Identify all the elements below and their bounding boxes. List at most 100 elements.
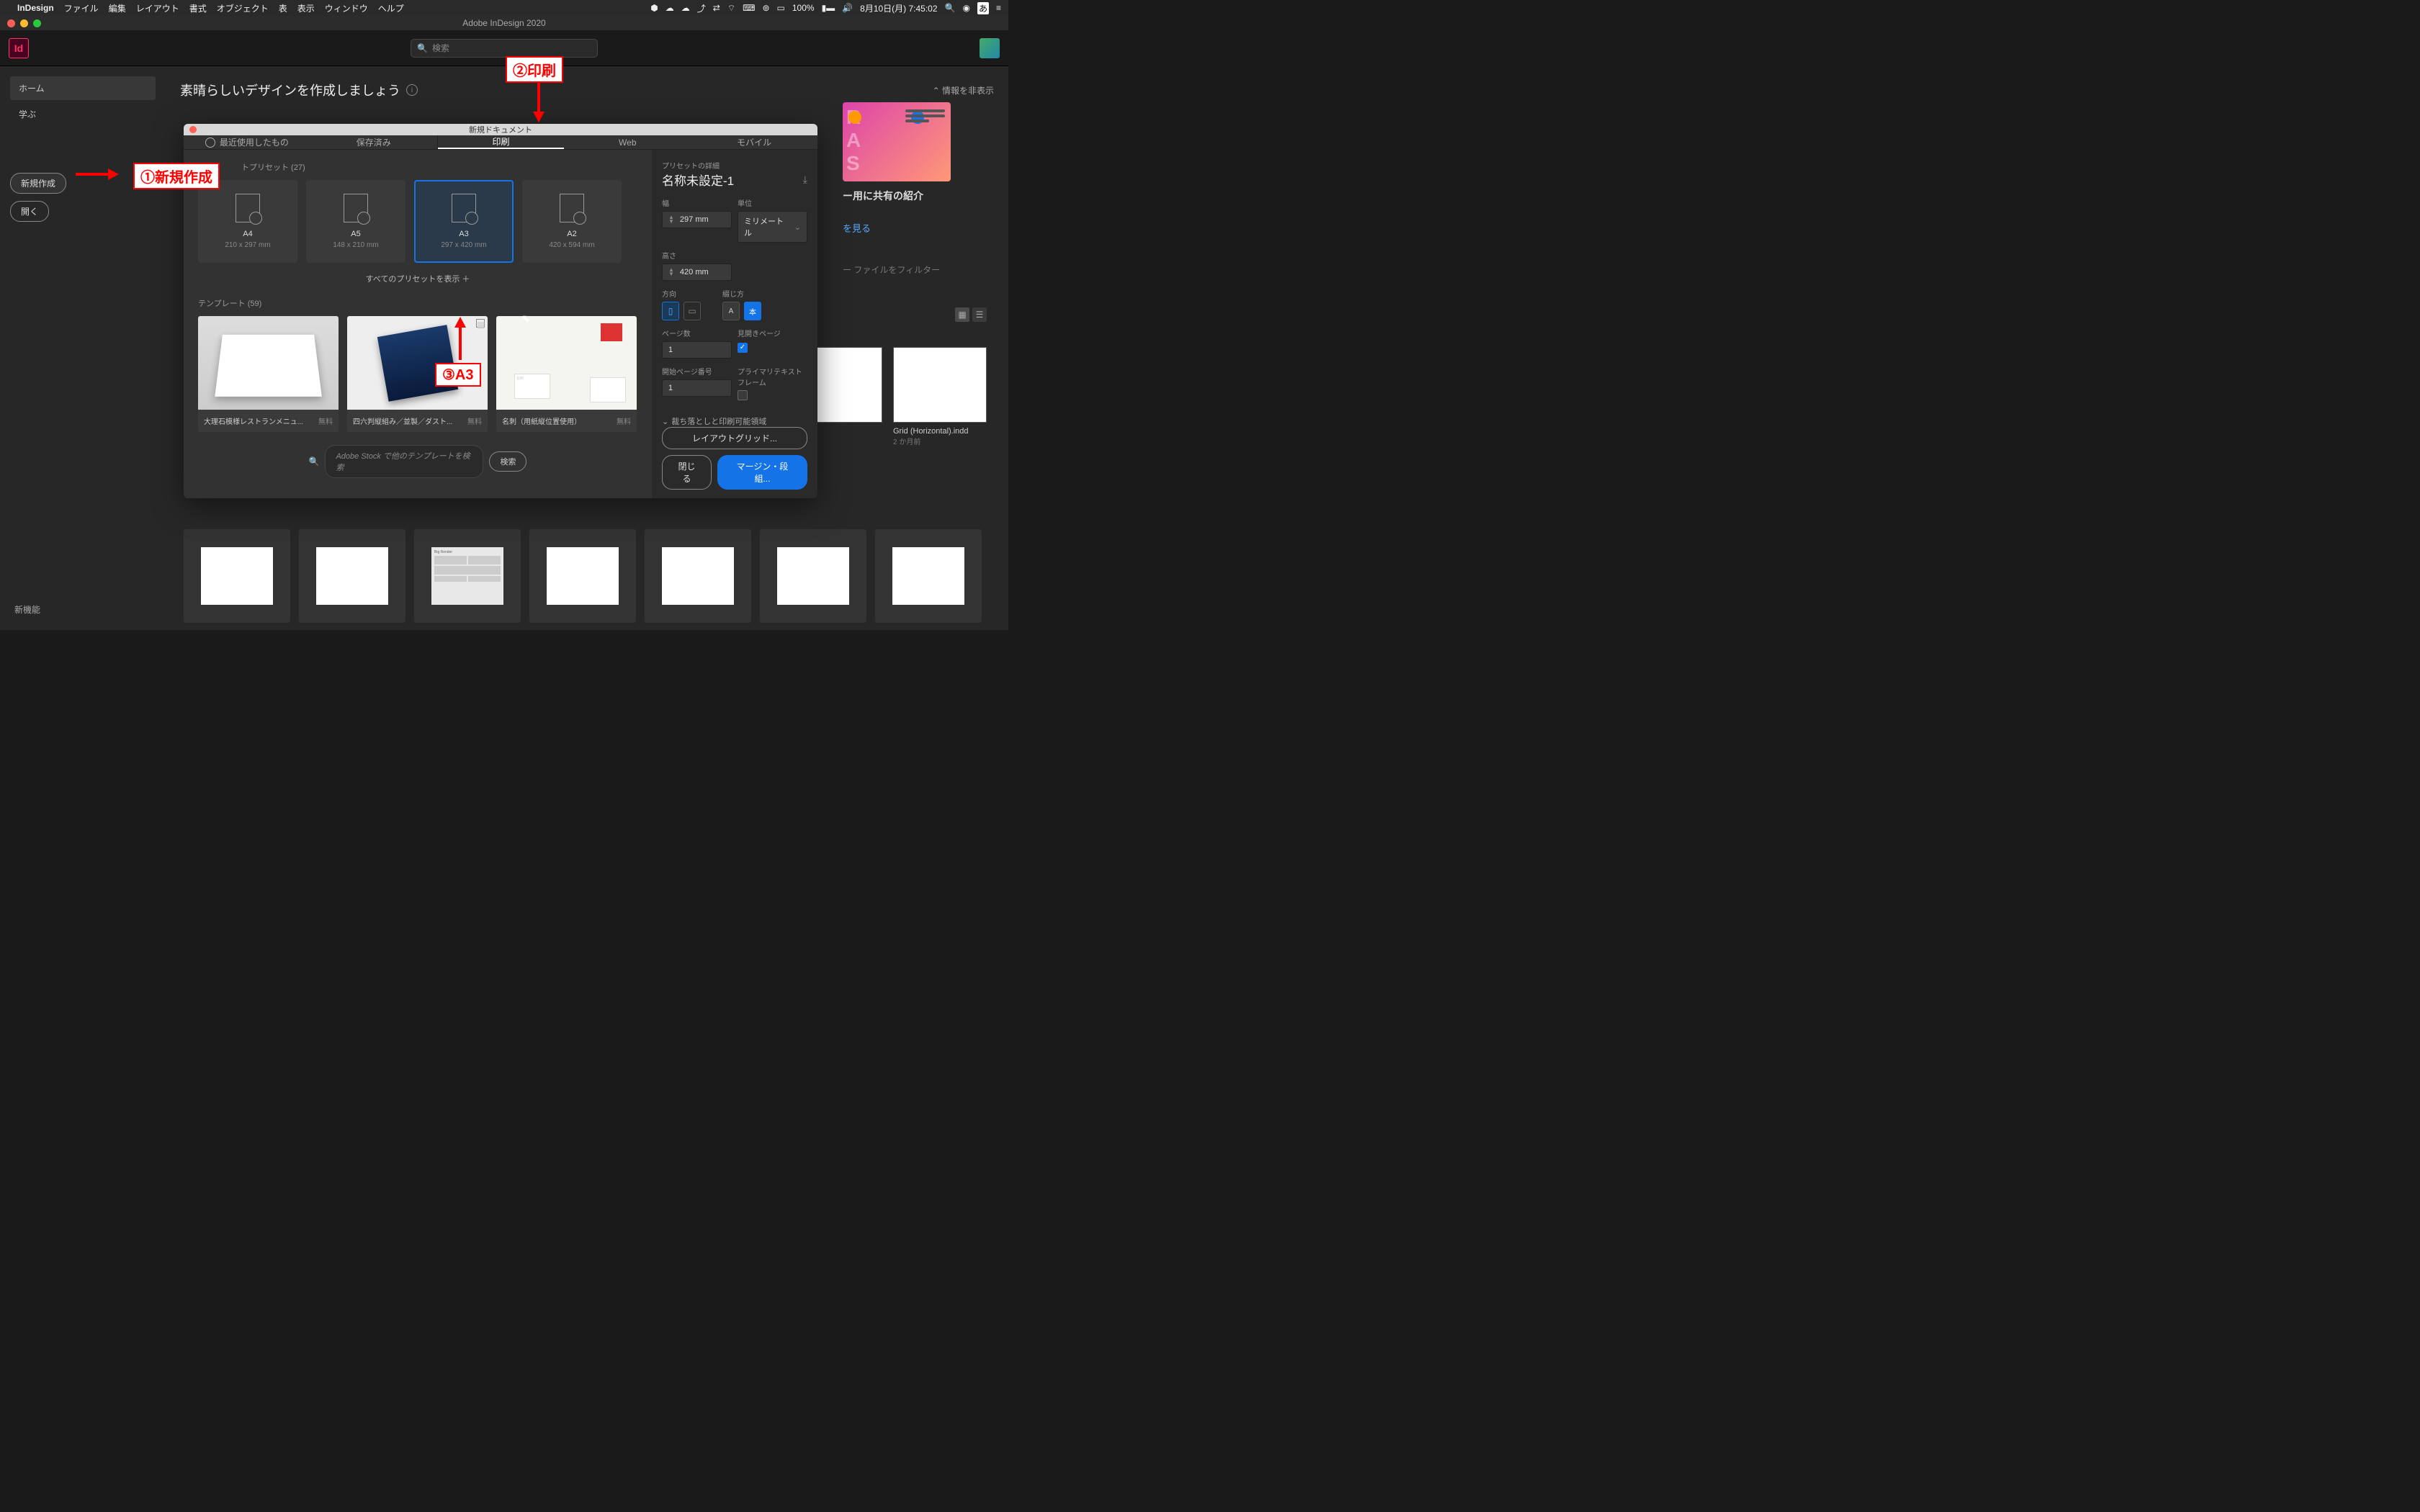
- menu-layout[interactable]: レイアウト: [136, 2, 179, 14]
- margin-columns-button[interactable]: マージン・段組...: [717, 455, 807, 490]
- save-preset-icon[interactable]: ⤓: [803, 174, 807, 186]
- stock-search-button[interactable]: 検索: [489, 451, 526, 472]
- wifi-icon[interactable]: ⊚: [762, 3, 769, 13]
- maximize-window-icon[interactable]: [33, 19, 41, 27]
- menu-view[interactable]: 表示: [297, 2, 315, 14]
- primary-text-checkbox[interactable]: [738, 390, 748, 400]
- sidebar-home[interactable]: ホーム: [10, 76, 156, 100]
- menu-object[interactable]: オブジェクト: [217, 2, 269, 14]
- menu-file[interactable]: ファイル: [64, 2, 99, 14]
- stock-search-input[interactable]: Adobe Stock で他のテンプレートを検索: [325, 445, 483, 478]
- tab-web[interactable]: Web: [564, 135, 691, 149]
- mouse-cursor-icon: ⬉: [521, 312, 530, 325]
- list-view-icon[interactable]: ☰: [972, 307, 987, 322]
- bluetooth-icon[interactable]: ⌔: [727, 3, 735, 14]
- unit-label: 単位: [738, 197, 807, 208]
- indesign-logo-icon: Id: [9, 38, 29, 58]
- display-icon[interactable]: ▭: [777, 3, 785, 13]
- chevron-down-icon: ⌄: [662, 417, 668, 426]
- dialog-titlebar: 新規ドキュメント: [184, 124, 817, 135]
- detail-section-label: プリセットの詳細: [662, 160, 807, 171]
- bleed-expand[interactable]: ⌄裁ち落としと印刷可能領域: [662, 415, 807, 427]
- keyboard-icon[interactable]: ⌨: [743, 3, 755, 13]
- recent-thumb[interactable]: Big Render: [414, 529, 521, 623]
- menu-table[interactable]: 表: [279, 2, 287, 14]
- recent-thumb[interactable]: [760, 529, 866, 623]
- datetime[interactable]: 8月10日(月) 7:45:02: [860, 2, 937, 14]
- tab-mobile[interactable]: モバイル: [691, 135, 817, 149]
- page-icon: [344, 194, 368, 222]
- template-item[interactable]: 大理石模様レストランメニュ...無料: [198, 316, 339, 432]
- menu-extras-icon[interactable]: ≡: [996, 3, 1001, 13]
- app-name[interactable]: InDesign: [17, 3, 54, 13]
- page-icon: [452, 194, 476, 222]
- primary-text-label: プライマリテキストフレーム: [738, 366, 807, 387]
- height-input[interactable]: ▲▼420 mm: [662, 264, 732, 281]
- minimize-window-icon[interactable]: [20, 19, 28, 27]
- recent-thumb[interactable]: [184, 529, 290, 623]
- unit-select[interactable]: ミリメートル⌄: [738, 211, 807, 243]
- menu-window[interactable]: ウィンドウ: [325, 2, 368, 14]
- recent-thumb[interactable]: [875, 529, 982, 623]
- info-icon[interactable]: i: [406, 84, 418, 96]
- pages-input[interactable]: 1: [662, 341, 732, 359]
- window-title: Adobe InDesign 2020: [462, 18, 545, 28]
- dropbox-icon[interactable]: ⬢: [650, 3, 658, 13]
- binding-label: 綴じ方: [722, 288, 761, 299]
- show-all-presets[interactable]: すべてのプリセットを表示 ＋: [198, 273, 637, 284]
- dialog-close-icon[interactable]: [189, 126, 197, 133]
- close-window-icon[interactable]: [7, 19, 15, 27]
- preset-a2[interactable]: A2 420 x 594 mm: [522, 180, 622, 263]
- annotation-arrow-3: [453, 317, 467, 360]
- input-source-icon[interactable]: あ: [977, 2, 989, 14]
- upload-icon[interactable]: ⤴: [697, 2, 706, 14]
- template-item[interactable]: 名刺 名刺（用紙縦位置使用）無料: [496, 316, 637, 432]
- orientation-portrait[interactable]: ▯: [662, 302, 679, 320]
- tab-recent[interactable]: 最近使用したもの: [184, 135, 310, 149]
- menu-edit[interactable]: 編集: [109, 2, 126, 14]
- switch-icon[interactable]: ⇄: [713, 3, 720, 13]
- promo-card[interactable]: RAS: [843, 102, 951, 181]
- dialog-title: 新規ドキュメント: [469, 124, 532, 135]
- preset-name[interactable]: 名称未設定-1: [662, 171, 734, 189]
- width-input[interactable]: ▲▼297 mm: [662, 211, 732, 228]
- sidebar-learn[interactable]: 学ぶ: [10, 102, 156, 126]
- recent-thumbnails: Big Render: [184, 529, 982, 623]
- user-avatar[interactable]: [980, 38, 1000, 58]
- tab-saved[interactable]: 保存済み: [310, 135, 438, 149]
- volume-icon[interactable]: 🔊: [842, 3, 853, 13]
- battery-icon[interactable]: ▮▬: [822, 3, 835, 13]
- filter-label: ー ファイルをフィルター: [843, 264, 987, 276]
- menu-help[interactable]: ヘルプ: [378, 2, 404, 14]
- new-document-dialog: 新規ドキュメント 最近使用したもの 保存済み 印刷 Web モバイル トプリセッ…: [184, 124, 817, 498]
- open-button[interactable]: 開く: [10, 201, 49, 222]
- orientation-landscape[interactable]: ▭: [684, 302, 701, 320]
- recent-thumb[interactable]: [299, 529, 405, 623]
- recent-file[interactable]: Grid (Horizontal).indd 2 か月前: [893, 347, 987, 446]
- facing-pages-checkbox[interactable]: ✓: [738, 343, 748, 353]
- recent-thumb[interactable]: [645, 529, 751, 623]
- search-input[interactable]: 🔍 検索: [411, 39, 598, 58]
- binding-left[interactable]: A: [722, 302, 740, 320]
- cloud-icon[interactable]: ☁: [681, 3, 690, 13]
- spotlight-icon[interactable]: 🔍: [945, 3, 956, 13]
- grid-view-icon[interactable]: ▦: [955, 307, 969, 322]
- preset-a5[interactable]: A5 148 x 210 mm: [306, 180, 405, 263]
- preset-a3[interactable]: A3 297 x 420 mm: [414, 180, 514, 263]
- preset-a4[interactable]: A4 210 x 297 mm: [198, 180, 297, 263]
- new-features-link[interactable]: 新機能: [14, 603, 40, 616]
- app-header: Id 🔍 検索: [0, 30, 1008, 66]
- tab-print[interactable]: 印刷: [438, 135, 565, 149]
- presets-label: トプリセット (27): [241, 161, 637, 173]
- layout-grid-button[interactable]: レイアウトグリッド...: [662, 427, 807, 449]
- recent-thumb[interactable]: [529, 529, 636, 623]
- start-page-input[interactable]: 1: [662, 379, 732, 397]
- cc-icon[interactable]: ☁: [666, 3, 674, 13]
- promo-link[interactable]: を見る: [843, 221, 987, 235]
- binding-right[interactable]: 本: [744, 302, 761, 320]
- hide-info-toggle[interactable]: ⌃ 情報を非表示: [933, 84, 994, 96]
- close-button[interactable]: 閉じる: [662, 455, 712, 490]
- menu-type[interactable]: 書式: [189, 2, 207, 14]
- siri-icon[interactable]: ◉: [962, 3, 969, 13]
- new-document-button[interactable]: 新規作成: [10, 173, 66, 194]
